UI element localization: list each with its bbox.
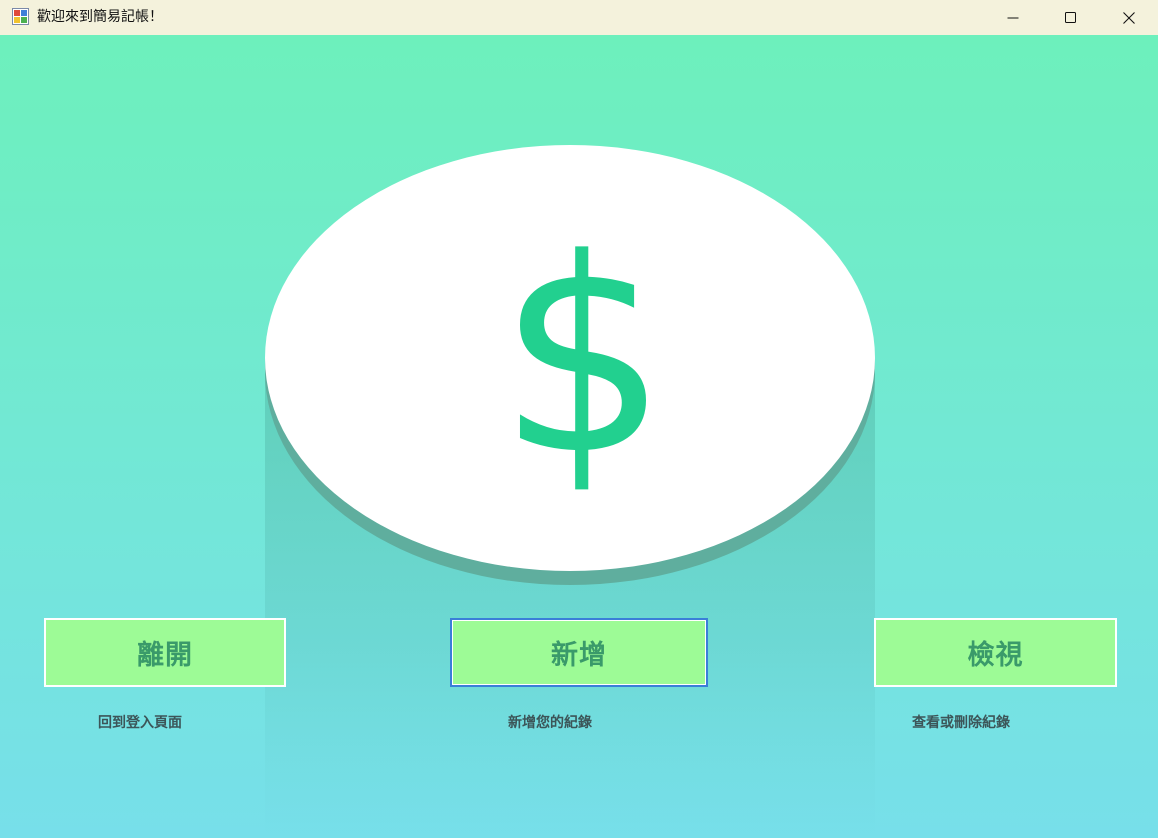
app-icon	[12, 8, 29, 25]
title-bar: 歡迎來到簡易記帳！	[0, 0, 1158, 35]
add-button[interactable]: 新增	[450, 618, 708, 687]
leave-caption: 回到登入頁面	[98, 715, 182, 731]
maximize-button[interactable]	[1042, 0, 1100, 35]
maximize-icon	[1065, 11, 1076, 23]
minimize-button[interactable]	[984, 0, 1042, 35]
dollar-sign-icon: $	[498, 202, 669, 514]
leave-button[interactable]: 離開	[44, 618, 286, 687]
view-caption: 查看或刪除紀錄	[912, 715, 1010, 731]
window-title: 歡迎來到簡易記帳！	[37, 9, 163, 25]
app-window: 歡迎來到簡易記帳！ $ 離開 新增 檢視 回到登入頁面 新增您的紀錄 查看或刪除…	[0, 0, 1158, 838]
minimize-icon	[1007, 17, 1019, 18]
close-button[interactable]	[1100, 0, 1158, 35]
view-button[interactable]: 檢視	[874, 618, 1117, 687]
svg-text:$: $	[498, 202, 669, 514]
close-icon	[1123, 11, 1135, 24]
add-caption: 新增您的紀錄	[508, 715, 592, 731]
main-panel: $ 離開 新增 檢視 回到登入頁面 新增您的紀錄 查看或刪除紀錄	[0, 35, 1158, 838]
